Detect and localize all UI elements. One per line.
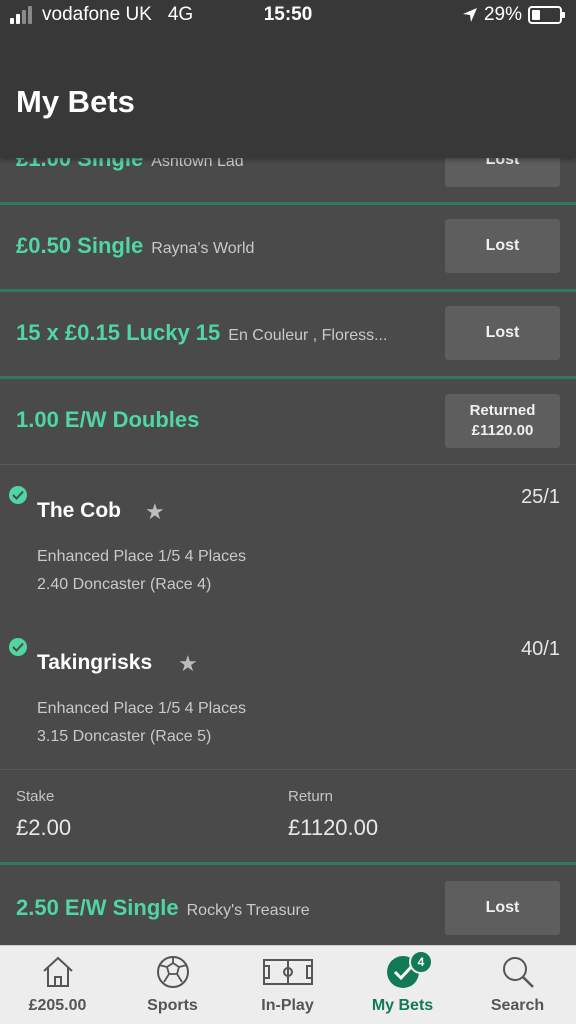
odds: 25/1 — [521, 486, 560, 508]
page-header: My Bets — [0, 32, 576, 158]
battery-percent: 29% — [483, 4, 522, 25]
stake-label: Stake — [16, 788, 55, 805]
notification-badge: 4 — [409, 950, 433, 974]
bet-card[interactable]: £0.50 Single Rayna's World Lost — [0, 205, 576, 287]
horse-name: Takingrisks — [37, 651, 153, 674]
page-title: My Bets — [16, 84, 135, 119]
returned-amount: £1120.00 — [471, 422, 534, 439]
football-icon — [156, 956, 189, 988]
bet-selection: Rayna's World — [151, 240, 255, 257]
bet-selection: En Couleur , Floress... — [228, 327, 388, 344]
balance-label: £205.00 — [28, 997, 87, 1014]
tab-label: In-Play — [261, 997, 314, 1014]
return-label: Return — [288, 788, 334, 805]
tab-label: Sports — [147, 997, 198, 1014]
selection-leg: Takingrisks ★ 40/1 Enhanced Place 1/5 4 … — [0, 617, 576, 767]
bet-status-button[interactable]: Lost — [445, 219, 560, 273]
place-terms: Enhanced Place 1/5 4 Places — [37, 548, 247, 565]
bottom-tab-bar: £205.00 Sports In-Play 4 My Bets Search — [0, 945, 576, 1024]
race-info: 3.15 Doncaster (Race 5) — [37, 728, 212, 745]
bet-status-button[interactable]: Lost — [445, 306, 560, 360]
bet-card[interactable]: 1.00 E/W Doubles Returned £1120.00 — [0, 379, 576, 464]
tab-in-play[interactable]: In-Play — [230, 946, 345, 1024]
bet-amount: 15 x £0.15 Lucky 15 — [16, 320, 221, 345]
check-circle-icon — [9, 638, 27, 656]
location-arrow-icon — [462, 8, 477, 22]
home-icon — [42, 956, 73, 987]
stake-value: £2.00 — [16, 815, 72, 840]
bet-card[interactable]: 15 x £0.15 Lucky 15 En Couleur , Floress… — [0, 292, 576, 375]
bet-selection: Rocky's Treasure — [186, 902, 310, 919]
star-icon[interactable]: ★ — [178, 651, 198, 677]
odds: 40/1 — [521, 638, 560, 660]
tab-search[interactable]: Search — [460, 946, 575, 1024]
horse-name: The Cob — [37, 499, 121, 522]
star-icon[interactable]: ★ — [145, 499, 165, 525]
tab-home[interactable]: £205.00 — [0, 946, 115, 1024]
selection-leg: The Cob ★ 25/1 Enhanced Place 1/5 4 Plac… — [0, 465, 576, 615]
return-value: £1120.00 — [288, 815, 379, 840]
returned-label: Returned — [469, 402, 536, 419]
my-bets-screen: vodafone UK 4G 15:50 29% My Bets £1.00 S… — [0, 0, 576, 1024]
tab-label: Search — [490, 997, 545, 1014]
bet-card[interactable]: 2.50 E/W Single Rocky's Treasure Lost — [0, 865, 576, 947]
battery-icon — [528, 6, 565, 24]
bet-status-button[interactable]: Lost — [445, 881, 560, 935]
bet-amount: £0.50 Single — [16, 233, 144, 258]
tab-my-bets[interactable]: 4 My Bets — [345, 946, 460, 1024]
place-terms: Enhanced Place 1/5 4 Places — [37, 700, 247, 717]
bet-amount: 2.50 E/W Single — [16, 895, 179, 920]
divider — [0, 769, 576, 770]
search-icon — [502, 957, 534, 988]
race-info: 2.40 Doncaster (Race 4) — [37, 576, 212, 593]
pitch-icon — [262, 959, 313, 985]
bet-amount: 1.00 E/W Doubles — [16, 407, 200, 432]
status-bar: vodafone UK 4G 15:50 29% — [0, 0, 576, 32]
check-circle-icon — [9, 486, 27, 504]
bet-status-button[interactable]: Returned £1120.00 — [445, 394, 560, 448]
tab-sports[interactable]: Sports — [115, 946, 230, 1024]
tab-label: My Bets — [371, 997, 434, 1014]
